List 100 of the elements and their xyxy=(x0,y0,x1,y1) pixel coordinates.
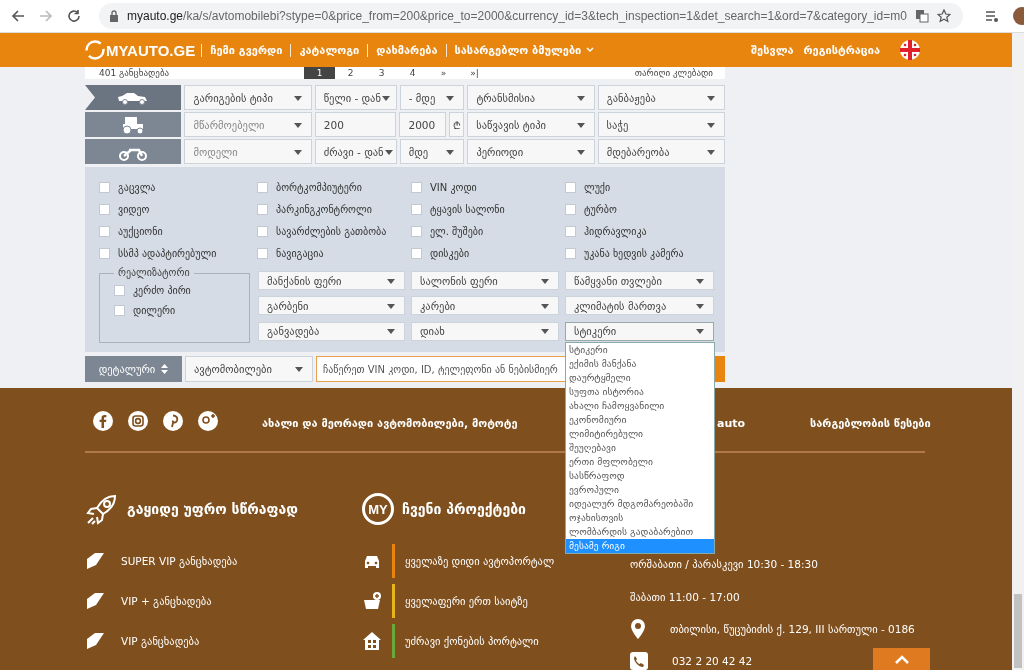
checkbox[interactable] xyxy=(99,225,110,237)
dropdown-option[interactable]: სუფთა ისტორია xyxy=(566,384,714,399)
checkbox[interactable] xyxy=(257,181,268,193)
select-field[interactable]: კლიმატის მართვა xyxy=(565,296,714,316)
select-field[interactable]: მწარმოებელი xyxy=(184,112,312,137)
select-field[interactable]: ტრანსმისია xyxy=(467,85,595,110)
select-field[interactable]: განვადება xyxy=(258,321,405,341)
back-icon[interactable] xyxy=(11,9,25,23)
footer-link[interactable]: auto xyxy=(717,416,746,430)
scrollbar-thumb[interactable] xyxy=(1014,594,1022,668)
footer-link[interactable]: სარგებლობის წესები xyxy=(810,416,931,430)
checkbox[interactable] xyxy=(565,225,576,237)
footer-link[interactable]: VIP განცხადება xyxy=(121,635,200,647)
checkbox[interactable] xyxy=(565,203,576,215)
checkbox[interactable] xyxy=(257,225,268,237)
dropdown-option[interactable]: ოჯახისთვის xyxy=(566,510,714,525)
detailed-search-button[interactable]: დეტალური xyxy=(85,356,182,382)
page-link[interactable]: 4 xyxy=(397,67,428,79)
checkbox[interactable] xyxy=(411,225,422,237)
currency-toggle[interactable]: ₾ xyxy=(449,112,465,137)
sort-dropdown[interactable]: თარიღი კლებადი xyxy=(634,68,713,78)
select-field[interactable]: საჭე xyxy=(597,112,725,137)
address-text: თბილისი, წუცუბიძის ქ. 129, III სართული - 0186 xyxy=(670,623,915,635)
select-field[interactable]: საწვავის ტიპი xyxy=(467,112,595,137)
checkbox[interactable] xyxy=(99,181,110,193)
select-field[interactable]: განბაჟება xyxy=(597,85,725,110)
footer-link[interactable]: უძრავი ქონების პორტალი xyxy=(405,635,539,647)
select-field[interactable]: მანქანის ფერი xyxy=(258,271,405,290)
vehicle-type-tab[interactable] xyxy=(85,112,182,137)
opening-hours: შაბათი 11:00 - 17:00 xyxy=(630,589,741,605)
logo-ring-icon xyxy=(85,40,105,60)
scroll-to-top-button[interactable] xyxy=(873,648,930,670)
checkbox[interactable] xyxy=(114,284,125,296)
checkbox-label: აუქციონი xyxy=(118,225,163,237)
page-link[interactable]: »| xyxy=(459,67,490,79)
select-field[interactable]: კარები xyxy=(411,296,559,316)
checkbox[interactable] xyxy=(114,304,125,316)
checkbox[interactable] xyxy=(99,247,110,259)
select-field[interactable]: მდებარეობა xyxy=(597,139,725,164)
checkbox[interactable] xyxy=(411,203,422,215)
dropdown-option[interactable]: ევროპული xyxy=(566,482,714,497)
select-field[interactable]: გარბენი xyxy=(258,296,405,316)
footer-link[interactable]: ყველაზე დიდი ავტოპორტალ xyxy=(405,555,555,567)
footer-link[interactable]: ახალი და მეორადი ავტომობილები, მოტოტე xyxy=(262,416,518,430)
select-field[interactable]: ძრავი - დან xyxy=(314,139,397,164)
page-link[interactable]: 1 xyxy=(304,67,335,79)
input-field[interactable]: 2000 xyxy=(399,112,447,137)
forward-icon[interactable] xyxy=(39,9,53,23)
checkbox[interactable] xyxy=(565,247,576,259)
results-count: 401 განცხადება xyxy=(99,68,171,78)
dropdown-option[interactable]: შეუღებავი xyxy=(566,440,714,455)
address-bar[interactable]: myauto.ge/ka/s/avtomobilebi?stype=0&price_from=200&price_to=2000&currency_id=3&tech_inspection=1&det_search=1&ord=7&category_id=m0 xyxy=(99,3,963,29)
scrollbar[interactable] xyxy=(1012,33,1024,670)
page-link[interactable]: 3 xyxy=(366,67,397,79)
input-field[interactable]: 200 xyxy=(314,112,397,137)
category-select[interactable]: ავტომობილები xyxy=(185,356,313,382)
reload-icon[interactable] xyxy=(67,9,81,23)
select-field[interactable]: მოდელი xyxy=(184,139,312,164)
dropdown-option[interactable]: ლიმიტირებული xyxy=(566,426,714,441)
media-icon[interactable] xyxy=(984,9,999,23)
select-field[interactable]: დიახ xyxy=(411,321,559,341)
page-link[interactable]: 2 xyxy=(335,67,366,79)
checkbox[interactable] xyxy=(565,181,576,193)
checkbox[interactable] xyxy=(257,203,268,215)
google-plus-icon[interactable] xyxy=(198,411,218,431)
star-icon[interactable] xyxy=(936,9,951,23)
footer-link[interactable]: SUPER VIP განცხადება xyxy=(121,555,238,567)
flag-icon[interactable] xyxy=(900,40,920,60)
select-field[interactable]: წამყვანი თვლები xyxy=(565,271,714,290)
caret-icon xyxy=(540,301,550,310)
select-field[interactable]: გარიგების ტიპი xyxy=(184,85,312,110)
dropdown-option[interactable]: სტიკერი xyxy=(566,342,714,357)
dropdown-option[interactable]: იდეალურ მდგომარეობაში xyxy=(566,496,714,511)
select-field[interactable]: - მდე xyxy=(399,85,465,110)
checkbox[interactable] xyxy=(257,247,268,259)
translate-icon[interactable] xyxy=(914,9,929,23)
select-field[interactable]: წელი - დან xyxy=(314,85,397,110)
pinterest-icon[interactable] xyxy=(163,411,183,431)
dropdown-option[interactable]: ლომბარდის გადაბარებით xyxy=(566,524,714,539)
dropdown-option[interactable]: ეკონომიური xyxy=(566,412,714,427)
select-field[interactable]: სალონის ფერი xyxy=(411,271,559,290)
caret-icon xyxy=(386,327,396,336)
select-field[interactable]: პერიოდი xyxy=(467,139,595,164)
checkbox-label: VIN კოდი xyxy=(430,181,477,193)
footer-link[interactable]: ყველაფერი ერთ საიტზე xyxy=(405,595,528,607)
checkbox[interactable] xyxy=(99,203,110,215)
page-link[interactable]: » xyxy=(428,67,459,79)
vehicle-type-tab[interactable] xyxy=(85,85,182,110)
checkbox[interactable] xyxy=(411,181,422,193)
caret-icon xyxy=(540,327,550,336)
dropdown-option[interactable]: ერთი მფლობელი xyxy=(566,454,714,469)
instagram-icon[interactable] xyxy=(128,411,148,431)
dropdown-option[interactable]: ახალი ჩამოყვანილი xyxy=(566,398,714,413)
footer-link[interactable]: VIP + განცხადება xyxy=(121,595,212,607)
checkbox[interactable] xyxy=(411,247,422,259)
vehicle-type-tab[interactable] xyxy=(85,139,182,164)
dropdown-option[interactable]: სასწრაფოდ xyxy=(566,468,714,483)
facebook-icon[interactable] xyxy=(93,411,113,431)
caret-icon xyxy=(575,147,586,156)
select-field[interactable]: მდე xyxy=(399,139,465,164)
